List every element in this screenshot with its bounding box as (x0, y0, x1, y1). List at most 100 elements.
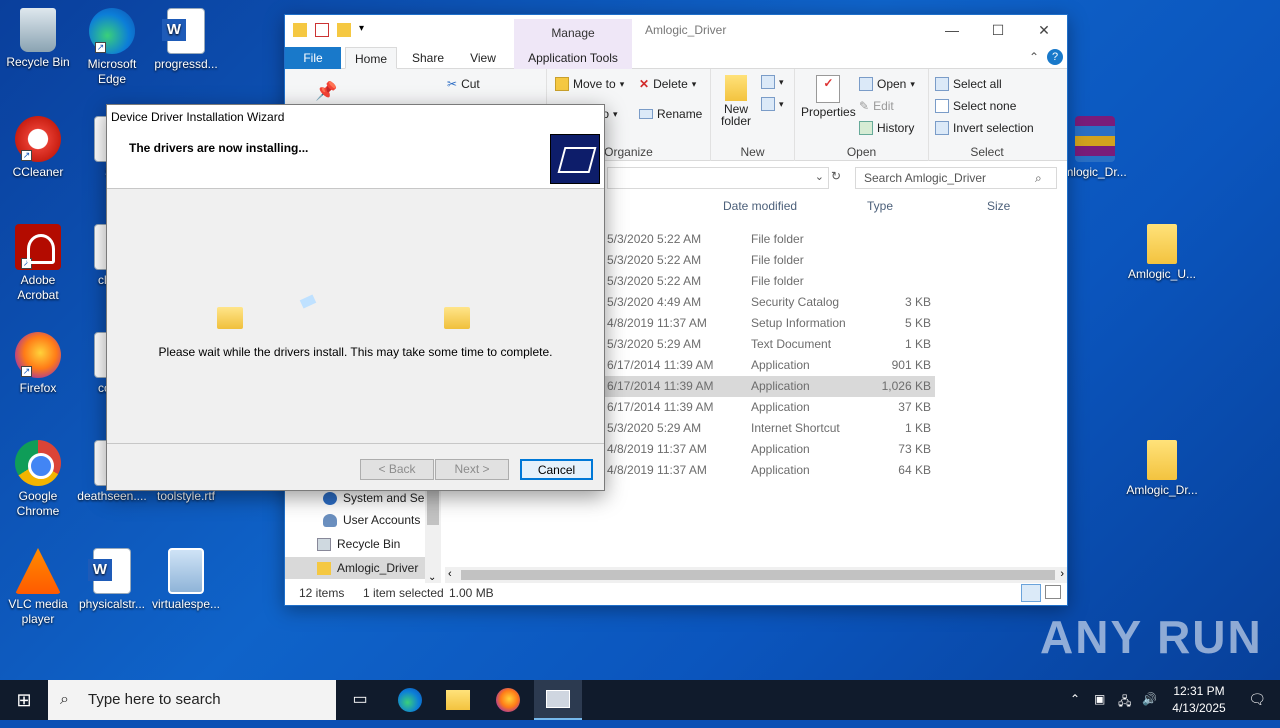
chevron-down-icon[interactable]: ⌄ (815, 170, 824, 183)
desktop-icon-ccleaner[interactable]: ↗ CCleaner (0, 116, 76, 180)
table-row[interactable]: 4/8/2019 11:37 AM Application 73 KB (605, 439, 935, 460)
taskbar-edge[interactable] (386, 680, 434, 720)
desktop-icon-acrobat[interactable]: ↗ Adobe Acrobat (0, 224, 76, 303)
details-view-icon[interactable] (1021, 584, 1041, 602)
large-icons-view-icon[interactable] (1045, 585, 1061, 599)
address-bar[interactable]: ⌄ (607, 167, 829, 189)
tab-view[interactable]: View (459, 47, 507, 69)
table-row[interactable]: 5/3/2020 5:22 AM File folder (605, 271, 935, 292)
refresh-icon[interactable]: ↻ (831, 169, 841, 183)
chevron-down-icon: ▾ (691, 78, 697, 89)
help-icon[interactable]: ? (1047, 49, 1063, 65)
column-type[interactable]: Type (867, 199, 893, 219)
scroll-thumb[interactable] (427, 485, 439, 525)
table-row[interactable]: 6/17/2014 11:39 AM Application 901 KB (605, 355, 935, 376)
desktop-icon-progressd[interactable]: progressd... (148, 8, 224, 72)
cancel-button[interactable]: Cancel (520, 459, 593, 480)
chevron-right-icon[interactable]: › (1060, 568, 1064, 580)
history-button[interactable]: History (859, 121, 914, 135)
table-row[interactable]: 5/3/2020 5:22 AM File folder (605, 250, 935, 271)
table-row[interactable]: 6/17/2014 11:39 AM Application 37 KB (605, 397, 935, 418)
windows-logo-icon: ⊞ (16, 690, 32, 710)
properties-button[interactable]: ✓ Properties (801, 75, 856, 119)
new-folder-icon[interactable] (337, 23, 351, 37)
taskbar-driver-wizard[interactable] (534, 680, 582, 720)
table-row[interactable]: 6/17/2014 11:39 AM Application 1,026 KB (605, 376, 935, 397)
cut-button[interactable]: ✂ Cut (447, 77, 480, 91)
nav-item-user-accounts[interactable]: User Accounts (323, 509, 420, 531)
chevron-down-icon: ▾ (613, 108, 618, 119)
desktop-icon-amlogic-dr[interactable]: Amlogic_Dr... (1122, 440, 1202, 498)
table-row[interactable]: 4/8/2019 11:37 AM Setup Information 5 KB (605, 313, 935, 334)
table-row[interactable]: 5/3/2020 5:29 AM Text Document 1 KB (605, 334, 935, 355)
tab-home[interactable]: Home (345, 47, 397, 69)
row-size: 1 KB (904, 337, 931, 351)
desktop-icon-recycle-bin[interactable]: Recycle Bin (0, 8, 76, 70)
pin-button[interactable]: 📌 (315, 81, 337, 102)
table-row[interactable]: 5/3/2020 5:22 AM File folder (605, 229, 935, 250)
new-item-button[interactable]: ▾ (761, 75, 784, 89)
chevron-down-icon[interactable]: ▾ (359, 23, 369, 37)
image-icon (168, 548, 204, 594)
delete-button[interactable]: ✕ Delete ▾ (639, 77, 696, 91)
taskbar-file-explorer[interactable] (434, 680, 482, 720)
row-type: File folder (751, 274, 804, 288)
desktop-icon-chrome[interactable]: Google Chrome (0, 440, 76, 519)
chevron-up-icon[interactable]: ⌃ (1029, 50, 1039, 64)
search-input[interactable]: Search Amlogic_Driver (855, 167, 1057, 189)
nav-item-amlogic-driver[interactable]: Amlogic_Driver (285, 557, 425, 579)
desktop-icon-vlc[interactable]: VLC media player (0, 548, 76, 627)
desktop-icon-physicalstr[interactable]: physicalstr... (74, 548, 150, 612)
easy-access-icon (761, 97, 775, 111)
invert-selection-button[interactable]: Invert selection (935, 121, 1034, 135)
volume-icon[interactable]: 🔊 (1142, 692, 1157, 706)
desktop-icon-amlogic-u[interactable]: Amlogic_U... (1122, 224, 1202, 282)
desktop-icon-virtualespe[interactable]: virtualespe... (148, 548, 224, 612)
meet-now-icon[interactable]: ▣ (1094, 692, 1105, 706)
tab-application-tools[interactable]: Application Tools (514, 47, 632, 69)
start-button[interactable]: ⊞ (0, 680, 48, 720)
close-icon[interactable]: ✕ (1021, 15, 1067, 45)
table-row[interactable]: 5/3/2020 5:29 AM Internet Shortcut 1 KB (605, 418, 935, 439)
taskbar-search[interactable]: ⌕ Type here to search (48, 680, 336, 720)
tab-file[interactable]: File (285, 47, 341, 69)
column-size[interactable]: Size (987, 199, 1010, 219)
next-button[interactable]: Next > (435, 459, 509, 480)
rename-button[interactable]: Rename (639, 107, 702, 121)
search-icon[interactable]: ⌕ (1035, 171, 1042, 186)
nav-scrollbar[interactable]: ⌄ (425, 485, 441, 583)
notifications-icon[interactable]: 🗨 (1248, 691, 1266, 708)
properties-check-icon[interactable] (315, 23, 329, 37)
table-row[interactable]: 4/8/2019 11:37 AM Application 64 KB (605, 460, 935, 481)
table-row[interactable]: 5/3/2020 4:49 AM Security Catalog 3 KB (605, 292, 935, 313)
desktop-icon-firefox[interactable]: ↗ Firefox (0, 332, 76, 396)
row-size: 37 KB (898, 400, 931, 414)
back-button[interactable]: < Back (360, 459, 434, 480)
easy-access-button[interactable]: ▾ (761, 97, 784, 111)
nav-item-recycle-bin[interactable]: Recycle Bin (317, 533, 400, 555)
minimize-icon[interactable]: — (929, 15, 975, 45)
move-to-button[interactable]: Move to ▾ (555, 77, 624, 91)
maximize-icon[interactable]: ☐ (975, 15, 1021, 45)
new-folder-button[interactable]: New folder (721, 75, 751, 127)
column-date-modified[interactable]: Date modified (723, 199, 797, 219)
desktop-icon-edge[interactable]: ↗ Microsoft Edge (74, 8, 150, 87)
edit-button[interactable]: ✎ Edit (859, 99, 894, 113)
network-icon[interactable]: 🖧 (1118, 692, 1131, 713)
clock[interactable]: 12:31 PM 4/13/2025 (1164, 683, 1234, 717)
select-all-button[interactable]: Select all (935, 77, 1002, 91)
row-date: 4/8/2019 11:37 AM (607, 463, 707, 477)
chevron-down-icon: ▾ (779, 76, 784, 87)
select-none-button[interactable]: Select none (935, 99, 1016, 113)
chevron-up-icon[interactable]: ⌃ (1070, 692, 1080, 706)
manage-context-tab[interactable]: Manage (514, 19, 632, 47)
open-button[interactable]: Open ▾ (859, 77, 915, 91)
ribbon-group-open: ✓ Properties Open ▾ ✎ Edit History Open (795, 69, 929, 161)
destination-folder-icon (444, 307, 470, 329)
tab-share[interactable]: Share (403, 47, 453, 69)
scroll-thumb[interactable] (461, 570, 1055, 580)
taskbar-firefox[interactable] (484, 680, 532, 720)
task-view-button[interactable]: ▭ (336, 680, 384, 720)
chevron-left-icon[interactable]: ‹ (448, 568, 452, 580)
group-label-open: Open (846, 145, 877, 159)
